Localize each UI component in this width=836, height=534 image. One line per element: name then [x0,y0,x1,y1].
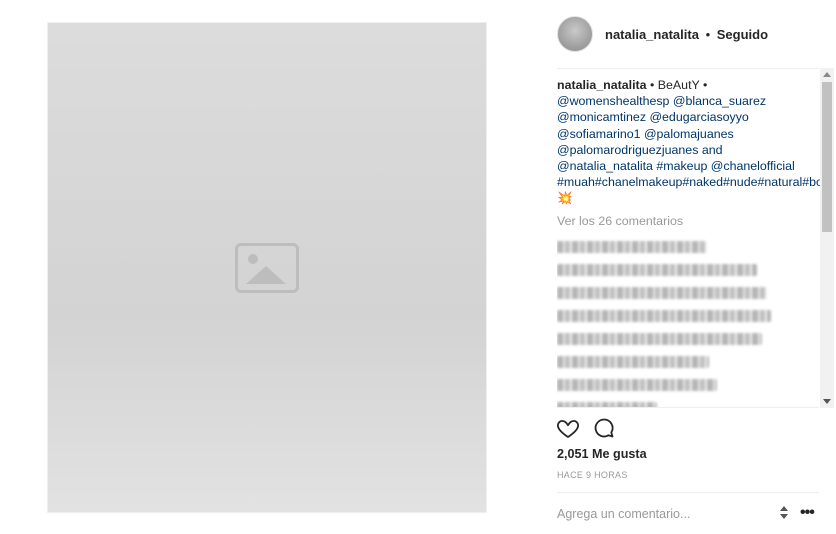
blurred-comment [557,332,762,345]
caption-text: • BeAutY • [646,78,708,92]
actions-divider [557,407,819,408]
comment-box-divider [557,492,819,493]
header-username[interactable]: natalia_natalita [605,27,699,42]
view-all-comments-link[interactable]: Ver los 26 comentarios [557,213,821,229]
caption: natalia_natalita • BeAutY • @womenshealt… [557,77,821,207]
blurred-comment [557,355,709,368]
input-spinner-icon[interactable] [778,505,790,521]
blurred-comment [557,286,767,299]
post-header: natalia_natalita • Seguido [557,14,768,54]
spinner-down-icon[interactable] [780,514,788,519]
comments-scrollbar[interactable] [820,68,834,408]
post-timestamp[interactable]: HACE 9 HORAS [557,470,628,480]
heart-icon[interactable] [556,416,580,440]
comments-area: natalia_natalita • BeAutY • @womenshealt… [557,77,821,407]
likes-count[interactable]: 2,051 Me gusta [557,447,647,461]
follow-state-button[interactable]: Seguido [717,27,768,42]
blurred-comment [557,378,717,391]
caption-tags[interactable]: @womenshealthesp @blanca_suarez @monicam… [557,94,821,205]
post-actions [556,416,628,440]
blurred-comment [557,263,757,276]
blurred-comment [557,309,771,322]
scroll-up-arrow-icon[interactable] [823,72,831,77]
post-image-placeholder[interactable] [47,22,487,513]
header-divider [557,68,819,69]
avatar[interactable] [557,16,593,52]
spinner-up-icon[interactable] [780,506,788,511]
header-separator: • [705,26,711,42]
header-text: natalia_natalita • Seguido [605,27,768,42]
blurred-comment [557,240,707,253]
scroll-thumb[interactable] [822,82,832,232]
more-options-button[interactable]: ••• [800,505,815,521]
comment-bubble-icon[interactable] [592,416,616,440]
add-comment-input[interactable] [557,505,767,523]
scroll-down-arrow-icon[interactable] [823,399,831,404]
caption-author[interactable]: natalia_natalita [557,78,647,92]
image-placeholder-icon [235,242,299,293]
